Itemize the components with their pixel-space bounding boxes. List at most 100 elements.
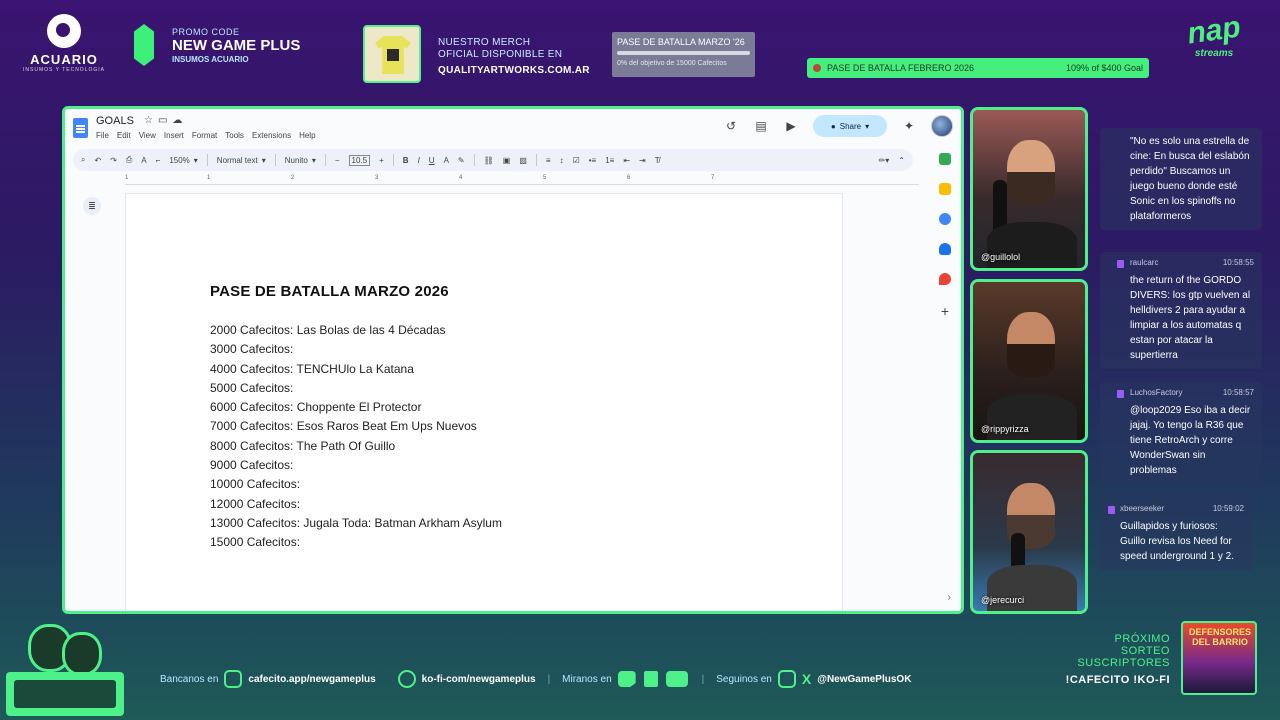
- goal-strip-title: PASE DE BATALLA FEBRERO 2026: [827, 62, 975, 73]
- twitch-icon[interactable]: [617, 671, 636, 687]
- underline-icon[interactable]: U: [429, 156, 435, 165]
- kofi-link[interactable]: ko-fi-com/newgameplus: [422, 674, 536, 685]
- document-page[interactable]: PASE DE BATALLA MARZO 2026 2000 Cafecito…: [125, 193, 843, 611]
- menu-format[interactable]: Format: [192, 131, 217, 140]
- comment-add-icon[interactable]: ▣: [503, 156, 511, 165]
- italic-icon[interactable]: I: [418, 156, 420, 165]
- zoom-select[interactable]: 150% ▾: [169, 156, 197, 165]
- goal-line[interactable]: 7000 Cafecitos: Esos Raros Beat Em Ups N…: [210, 417, 502, 436]
- spellcheck-icon[interactable]: A: [141, 156, 146, 165]
- youtube-icon[interactable]: [665, 671, 688, 687]
- chevron-right-icon[interactable]: ›: [948, 592, 951, 603]
- maps-icon[interactable]: [939, 273, 951, 285]
- editing-mode-icon[interactable]: ✏▾: [879, 156, 890, 165]
- goal-heart-icon: [813, 64, 821, 72]
- font-select[interactable]: Nunito ▾: [285, 156, 316, 165]
- image-icon[interactable]: ▨: [519, 156, 527, 165]
- goal-line[interactable]: 3000 Cafecitos:: [210, 340, 502, 359]
- brand-logo-big: nap: [1185, 10, 1243, 51]
- chat-username[interactable]: xbeerseeker: [1120, 504, 1164, 513]
- doc-title[interactable]: GOALS: [96, 115, 134, 127]
- clear-format-icon[interactable]: T̸: [655, 156, 660, 165]
- search-icon[interactable]: ⌕: [81, 155, 85, 165]
- avatar[interactable]: [931, 115, 953, 137]
- menu-insert[interactable]: Insert: [164, 131, 184, 140]
- social-handle[interactable]: @NewGamePlusOK: [817, 674, 911, 685]
- goal-line[interactable]: 15000 Cafecitos:: [210, 533, 502, 552]
- instagram-icon[interactable]: [777, 670, 796, 688]
- streamer-beard: [1007, 344, 1055, 378]
- align-icon[interactable]: ≡: [546, 156, 551, 165]
- bullet-list-icon[interactable]: •≡: [589, 156, 596, 165]
- indent-decrease-icon[interactable]: ⇤: [623, 156, 630, 165]
- link-icon[interactable]: ⛓: [484, 156, 494, 165]
- menu-view[interactable]: View: [139, 131, 156, 140]
- battle-pass-goal-strip: PASE DE BATALLA FEBRERO 2026 109% of $40…: [807, 58, 1149, 78]
- chat-username[interactable]: LuchosFactory: [1130, 388, 1182, 397]
- undo-icon[interactable]: ↶: [94, 156, 101, 165]
- paint-format-icon[interactable]: ⌐: [156, 156, 161, 165]
- style-value: Normal text: [216, 155, 258, 165]
- menu-file[interactable]: File: [96, 131, 109, 140]
- text-color-icon[interactable]: A: [444, 156, 449, 165]
- docs-logo-icon[interactable]: [73, 118, 88, 138]
- goal-line[interactable]: 4000 Cafecitos: TENCHUlo La Katana: [210, 360, 502, 379]
- chevron-down-icon[interactable]: ▾: [865, 122, 869, 131]
- folder-icon[interactable]: ▭: [158, 115, 172, 126]
- goal-line[interactable]: 9000 Cafecitos:: [210, 456, 502, 475]
- google-docs-window: GOALS ☆▭☁ File Edit View Insert Format T…: [62, 106, 964, 614]
- print-icon[interactable]: ⎙: [126, 155, 132, 165]
- chat-panel[interactable]: "No es solo una estrella de cine: En bus…: [1100, 124, 1266, 602]
- share-button[interactable]: ● Share ▾: [813, 115, 887, 137]
- comments-icon[interactable]: ▤: [753, 118, 769, 134]
- meet-icon[interactable]: ▶: [783, 118, 799, 134]
- merch-line2: OFICIAL DISPONIBLE EN: [438, 49, 563, 60]
- line-spacing-icon[interactable]: ↕: [560, 156, 564, 165]
- gemini-sparkle-icon[interactable]: ✦: [901, 118, 917, 134]
- star-icon[interactable]: ☆: [144, 115, 158, 126]
- keep-icon[interactable]: [939, 183, 951, 195]
- numbered-list-icon[interactable]: 1≡: [605, 156, 614, 165]
- goal-line[interactable]: 2000 Cafecitos: Las Bolas de las 4 Décad…: [210, 321, 502, 340]
- history-icon[interactable]: ↺: [723, 118, 739, 134]
- goal-line[interactable]: 12000 Cafecitos:: [210, 495, 502, 514]
- ruler[interactable]: 1 1 2 3 4 5 6 7: [125, 175, 919, 185]
- x-icon[interactable]: X: [802, 671, 811, 687]
- menu-help[interactable]: Help: [299, 131, 315, 140]
- ruler-mark: 3: [375, 175, 379, 181]
- tasks-icon[interactable]: [939, 213, 951, 225]
- merch-tshirt-image: [363, 25, 421, 83]
- goal-line[interactable]: 5000 Cafecitos:: [210, 379, 502, 398]
- document-body[interactable]: 2000 Cafecitos: Las Bolas de las 4 Décad…: [210, 321, 502, 553]
- cafecito-link[interactable]: cafecito.app/newgameplus: [248, 674, 375, 685]
- collapse-menus-icon[interactable]: ⌃: [898, 156, 905, 165]
- add-addon-icon[interactable]: +: [941, 303, 949, 319]
- goal-line[interactable]: 13000 Cafecitos: Jugala Toda: Batman Ark…: [210, 514, 502, 533]
- promo-label: PROMO CODE: [172, 27, 240, 37]
- checklist-icon[interactable]: ☑: [573, 156, 580, 165]
- toolbar-divider: [473, 154, 475, 166]
- redo-icon[interactable]: ↷: [110, 156, 117, 165]
- decrease-font-icon[interactable]: −: [335, 156, 340, 165]
- menu-tools[interactable]: Tools: [225, 131, 244, 140]
- goal-line[interactable]: 6000 Cafecitos: Choppente El Protector: [210, 398, 502, 417]
- outline-toggle-button[interactable]: ≣: [83, 197, 101, 215]
- goal-line[interactable]: 8000 Cafecitos: The Path Of Guillo: [210, 437, 502, 456]
- highlight-icon[interactable]: ✎: [458, 156, 465, 165]
- chat-username[interactable]: raulcarc: [1130, 258, 1158, 267]
- style-select[interactable]: Normal text ▾: [217, 156, 266, 165]
- cloud-icon[interactable]: ☁: [172, 115, 187, 126]
- sheets-icon[interactable]: [939, 153, 951, 165]
- goal-line[interactable]: 10000 Cafecitos:: [210, 475, 502, 494]
- contacts-icon[interactable]: [939, 243, 951, 255]
- bold-icon[interactable]: B: [403, 156, 409, 165]
- menu-edit[interactable]: Edit: [117, 131, 131, 140]
- font-size-input[interactable]: 10.5: [348, 154, 371, 166]
- document-heading[interactable]: PASE DE BATALLA MARZO 2026: [210, 283, 449, 300]
- sponsor-tagline: INSUMOS Y TECNOLOGIA: [23, 67, 105, 73]
- increase-font-icon[interactable]: +: [379, 156, 384, 165]
- menu-extensions[interactable]: Extensions: [252, 131, 291, 140]
- indent-increase-icon[interactable]: ⇥: [639, 156, 646, 165]
- header-actions: ↺ ▤ ▶ ● Share ▾ ✦: [723, 115, 953, 137]
- kick-icon[interactable]: [643, 671, 658, 687]
